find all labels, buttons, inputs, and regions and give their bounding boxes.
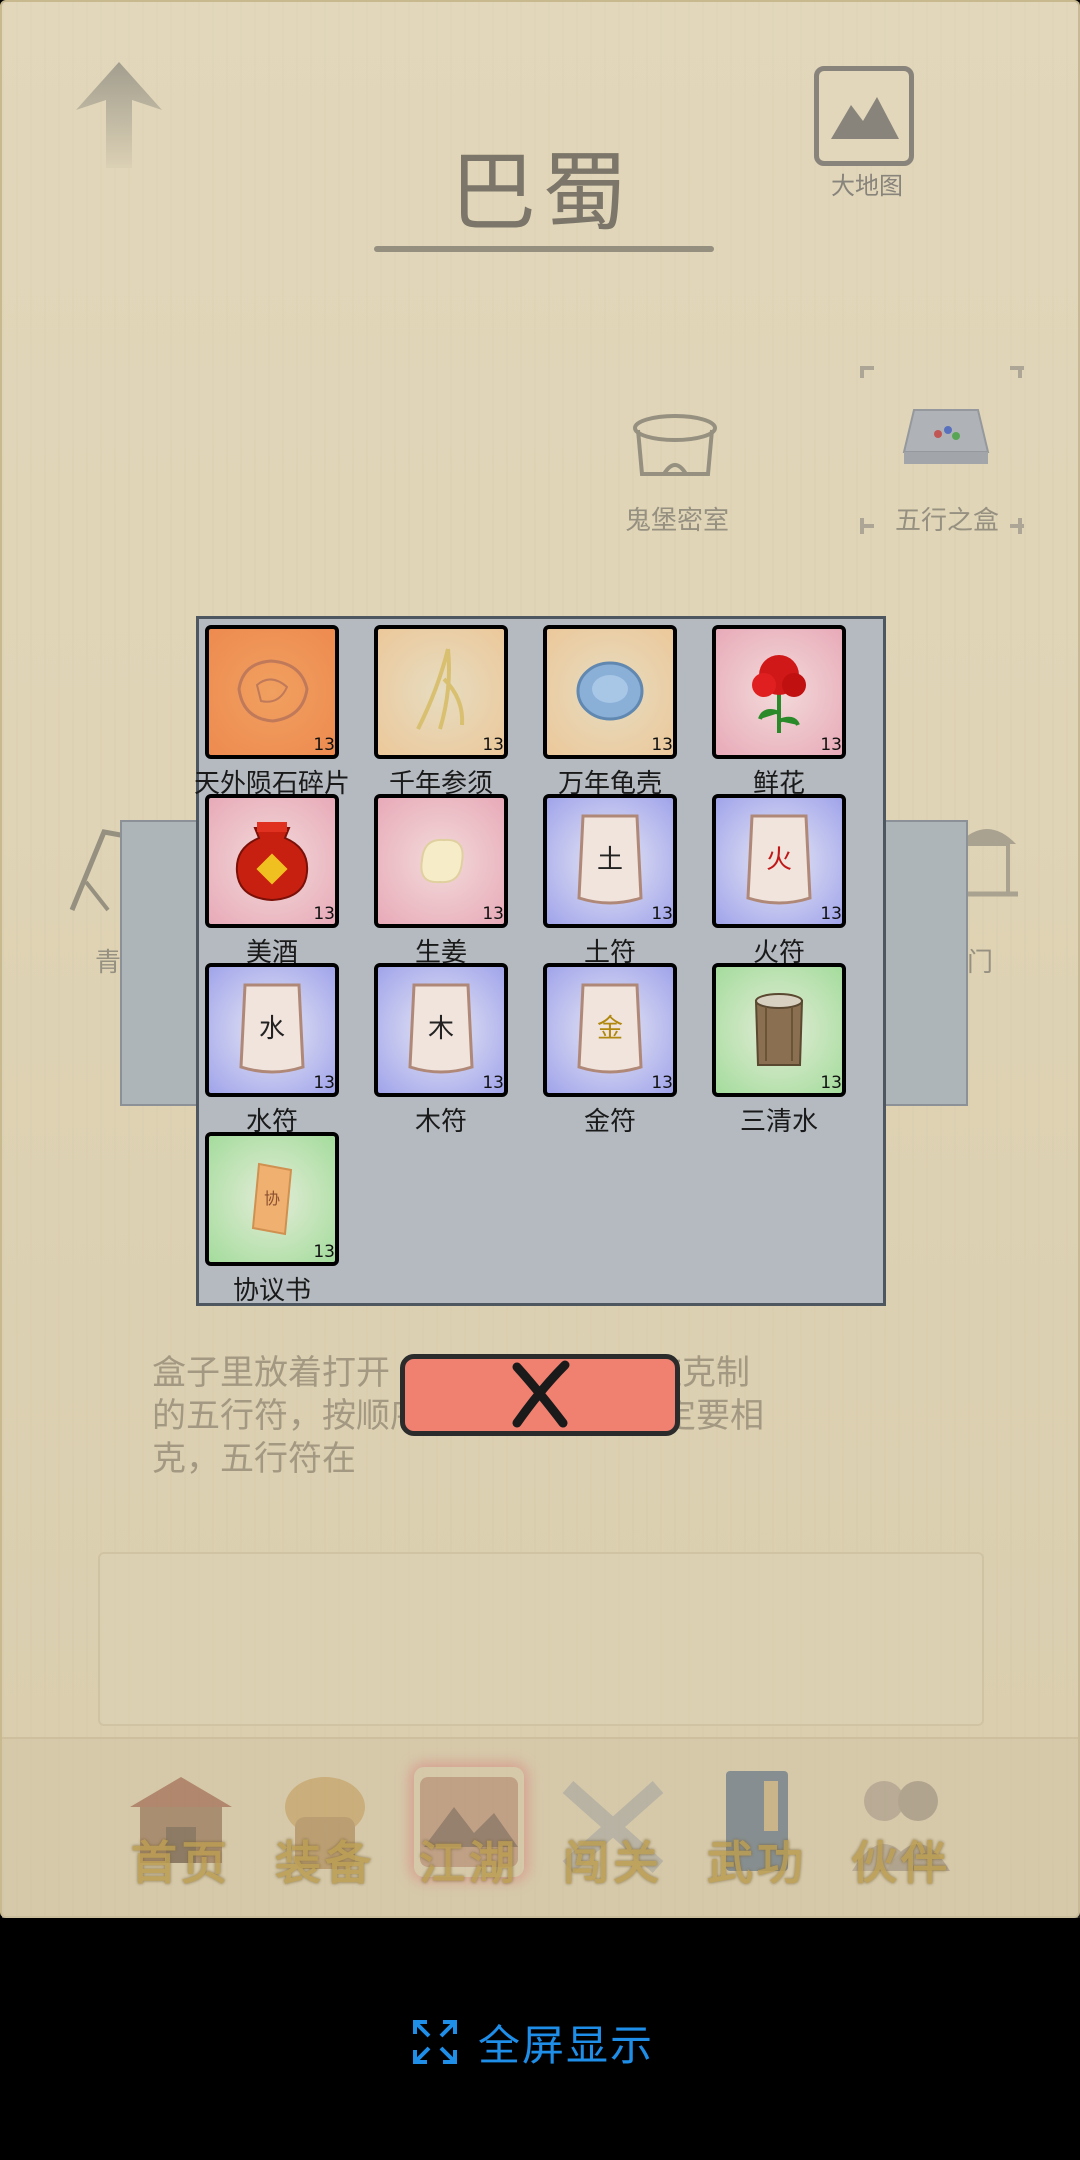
fullscreen-button[interactable]: 全屏显示 — [412, 2012, 654, 2072]
inventory-slot[interactable]: 13 鲜花 — [706, 619, 876, 799]
item-count: 13 — [313, 1242, 335, 1262]
item-count: 13 — [313, 1073, 335, 1093]
svg-text:金: 金 — [597, 1014, 623, 1044]
inventory-slot[interactable]: 13 生姜 — [368, 788, 538, 968]
inventory-slot[interactable]: 13 天外陨石碎片 — [194, 619, 369, 799]
fullscreen-label: 全屏显示 — [478, 2020, 655, 2070]
item-count: 13 — [651, 1073, 673, 1093]
item-count: 13 — [820, 1073, 842, 1093]
game-screen: 巴蜀 大地图 鬼堡密室 五行之盒 青 门 盒子里放着打开用对应克制 的五 — [0, 0, 1080, 1920]
inventory-slot[interactable]: 水 13 水符 — [199, 957, 369, 1137]
item-count: 13 — [820, 904, 842, 924]
item-count: 13 — [482, 904, 504, 924]
item-name: 协议书 — [232, 1276, 311, 1306]
close-icon — [512, 1360, 570, 1428]
inventory-slot[interactable]: 13 美酒 — [199, 788, 369, 968]
item-count: 13 — [651, 904, 673, 924]
inventory-popup: 13 天外陨石碎片 13 千年参须 13 万年龟壳 13 鲜花 13 美酒 13… — [194, 616, 886, 1306]
item-count: 13 — [313, 904, 335, 924]
item-count: 13 — [820, 735, 842, 755]
item-count: 13 — [482, 1073, 504, 1093]
item-name: 木符 — [414, 1107, 467, 1137]
inventory-slot[interactable]: 土 13 土符 — [537, 788, 707, 968]
item-name: 三清水 — [739, 1107, 818, 1137]
inventory-slot[interactable]: 木 13 木符 — [368, 957, 538, 1137]
inventory-slot[interactable]: 13 千年参须 — [368, 619, 538, 799]
inventory-slot[interactable]: 协 13 协议书 — [199, 1126, 369, 1306]
svg-text:火: 火 — [766, 845, 792, 875]
inventory-slot[interactable]: 火 13 火符 — [706, 788, 876, 968]
svg-text:木: 木 — [428, 1014, 454, 1044]
inventory-slot[interactable]: 金 13 金符 — [537, 957, 707, 1137]
item-name: 金符 — [583, 1107, 636, 1137]
svg-text:协: 协 — [264, 1189, 280, 1208]
inventory-slot[interactable]: 13 三清水 — [706, 957, 876, 1137]
item-count: 13 — [482, 735, 504, 755]
close-button[interactable] — [400, 1354, 680, 1436]
svg-text:土: 土 — [597, 845, 623, 875]
item-count: 13 — [313, 735, 335, 755]
svg-text:水: 水 — [259, 1014, 285, 1044]
item-count: 13 — [651, 735, 673, 755]
expand-icon — [413, 2020, 457, 2064]
inventory-slot[interactable]: 13 万年龟壳 — [537, 619, 707, 799]
